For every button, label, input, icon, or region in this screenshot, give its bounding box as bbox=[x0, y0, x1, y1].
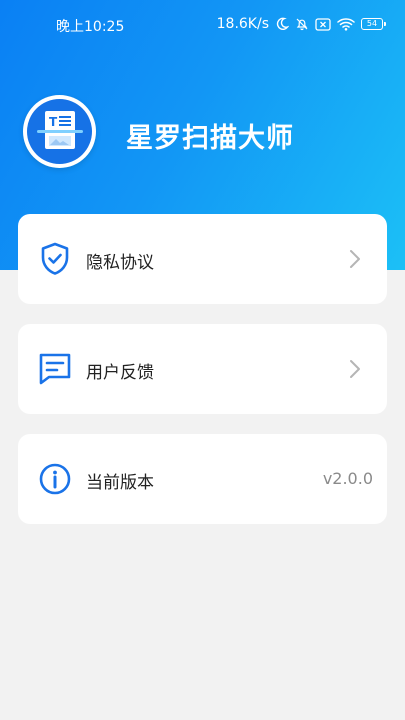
shield-check-icon bbox=[38, 241, 72, 277]
battery-icon: 54 bbox=[361, 18, 386, 30]
info-icon bbox=[38, 461, 72, 497]
status-icons: 18.6K/s 54 bbox=[216, 14, 386, 34]
version-value: v2.0.0 bbox=[322, 469, 373, 488]
chevron-right-icon bbox=[349, 249, 361, 273]
sim-off-icon bbox=[315, 17, 331, 31]
app-name: 星罗扫描大师 bbox=[126, 123, 294, 154]
menu-item-label: 用户反馈 bbox=[86, 363, 154, 383]
status-bar: 晚上10:25 18.6K/s 54 bbox=[0, 0, 405, 50]
app-logo: T bbox=[23, 95, 96, 168]
menu-item-version: 当前版本 v2.0.0 bbox=[18, 434, 387, 524]
status-time: 晚上10:25 bbox=[56, 19, 125, 35]
menu-item-privacy[interactable]: 隐私协议 bbox=[18, 214, 387, 304]
mute-bell-icon bbox=[295, 17, 309, 31]
chevron-right-icon bbox=[349, 359, 361, 383]
menu-item-label: 隐私协议 bbox=[86, 253, 154, 273]
menu-item-feedback[interactable]: 用户反馈 bbox=[18, 324, 387, 414]
svg-text:T: T bbox=[49, 115, 58, 129]
network-speed: 18.6K/s bbox=[216, 16, 269, 32]
moon-icon bbox=[275, 17, 289, 31]
message-icon bbox=[38, 351, 72, 387]
wifi-icon bbox=[337, 17, 355, 31]
menu-item-label: 当前版本 bbox=[86, 473, 154, 493]
scan-document-icon: T bbox=[36, 110, 83, 149]
